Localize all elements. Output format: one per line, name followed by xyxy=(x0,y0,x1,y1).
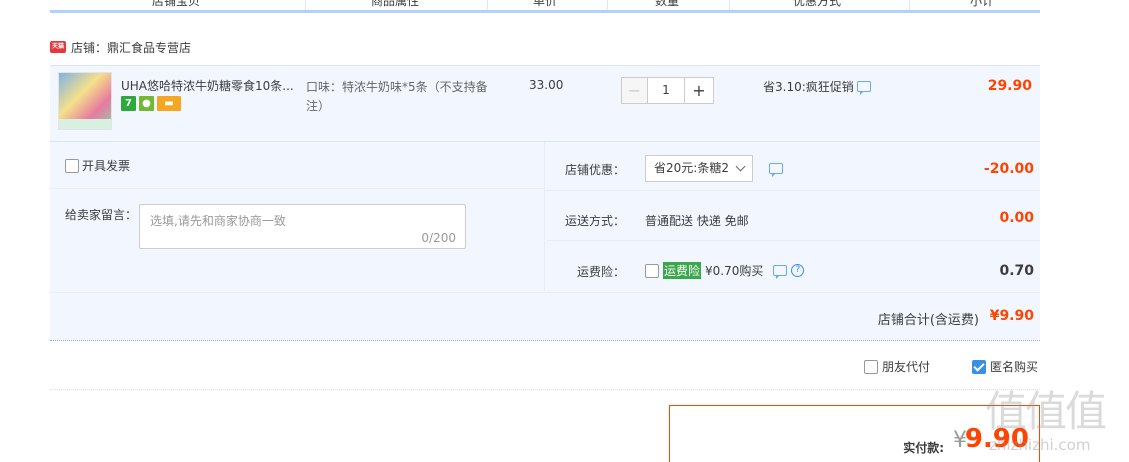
shop-discount-value: 省20元:条糖2 xyxy=(654,161,729,175)
insurance-tag: 运费险 xyxy=(663,262,702,279)
seller-message-textarea[interactable]: 选填,请先和商家协商一致 0/200 xyxy=(139,204,466,249)
options-left-panel: 开具发票 给卖家留言： 选填,请先和商家协商一致 0/200 xyxy=(50,142,545,291)
insurance-amount: 0.70 xyxy=(999,263,1034,279)
payment-options: 朋友代付 匿名购买 xyxy=(50,343,1040,390)
increase-quantity-button[interactable]: + xyxy=(684,77,714,104)
col-unit-price: 单价 xyxy=(533,0,558,8)
friend-pay-option[interactable]: 朋友代付 xyxy=(864,358,930,375)
friend-pay-checkbox[interactable] xyxy=(864,359,878,374)
tmall-icon: 天猫 xyxy=(50,41,66,53)
shop-discount-select[interactable]: 省20元:条糖2 xyxy=(645,155,753,182)
actual-payment-box: 实付款: ¥ 9.90 xyxy=(669,405,1040,462)
shipping-method: 普通配送 快递 免邮 xyxy=(645,214,749,228)
message-label: 给卖家留言： xyxy=(65,208,138,222)
chat-icon[interactable] xyxy=(768,163,783,177)
col-shop-item: 店铺宝贝 xyxy=(152,0,201,8)
invoice-checkbox[interactable] xyxy=(65,158,79,173)
col-attribute: 商品属性 xyxy=(371,0,420,8)
quantity-input[interactable]: 1 xyxy=(648,77,684,104)
divider xyxy=(607,0,608,10)
unit-price: 33.00 xyxy=(529,78,564,92)
thumbnail-band xyxy=(59,119,111,129)
actual-payment-value: 9.90 xyxy=(964,424,1029,454)
shop-discount-amount: -20.00 xyxy=(983,161,1034,177)
shop-row: 天猫 店铺：鼎汇食品专营店 xyxy=(50,38,191,56)
shop-discount-label: 店铺优惠： xyxy=(564,163,625,177)
cart-column-header: 店铺宝贝 商品属性 单价 数量 优惠方式 小计 xyxy=(50,0,1040,13)
message-char-count: 0/200 xyxy=(421,231,456,245)
item-subtotal: 29.90 xyxy=(987,78,1032,94)
service-badges: 7 ● ▬ xyxy=(121,96,181,111)
shop-total-row: 店铺合计(含运费) ¥9.90 xyxy=(50,292,1040,341)
decrease-quantity-button[interactable]: − xyxy=(621,77,648,104)
insurance-checkbox[interactable] xyxy=(645,263,659,278)
seven-day-return-icon: 7 xyxy=(121,96,136,111)
message-placeholder: 选填,请先和商家协商一致 xyxy=(150,214,286,228)
anonymous-checkbox[interactable] xyxy=(972,359,986,374)
anonymous-label: 匿名购买 xyxy=(990,360,1039,374)
product-title[interactable]: UHA悠哈特浓牛奶糖零食10条... xyxy=(121,77,296,94)
cart-item-row: UHA悠哈特浓牛奶糖零食10条... 7 ● ▬ 口味：特浓牛奶味*5条（不支持… xyxy=(50,65,1040,141)
insurance-control: 运费险 ¥0.70购买 ? xyxy=(645,262,805,279)
invoice-option[interactable]: 开具发票 xyxy=(65,157,130,174)
quantity-stepper: − 1 + xyxy=(621,77,714,104)
shop-total-label: 店铺合计(含运费) xyxy=(877,313,979,328)
chevron-down-icon xyxy=(735,161,746,172)
product-thumbnail[interactable] xyxy=(58,72,112,130)
chat-icon[interactable] xyxy=(773,265,788,279)
invoice-label: 开具发票 xyxy=(82,159,131,173)
divider xyxy=(729,0,730,10)
shipping-label: 运送方式： xyxy=(564,214,625,228)
help-icon[interactable]: ? xyxy=(791,264,805,277)
shop-discount-row: 店铺优惠： 省20元:条糖2 -20.00 xyxy=(546,142,1040,191)
order-options: 开具发票 给卖家留言： 选填,请先和商家协商一致 0/200 店铺优惠： 省20… xyxy=(50,141,1040,341)
divider xyxy=(487,0,488,10)
insurance-label: 运费险： xyxy=(576,265,625,279)
shop-total-value: ¥9.90 xyxy=(989,308,1034,324)
col-subtotal: 小计 xyxy=(970,0,995,8)
card-payment-icon: ▬ xyxy=(157,96,181,111)
anonymous-option[interactable]: 匿名购买 xyxy=(972,358,1038,375)
shop-discount-control: 省20元:条糖2 xyxy=(645,155,783,182)
col-quantity: 数量 xyxy=(655,0,680,8)
friend-pay-label: 朋友代付 xyxy=(882,360,931,374)
insurance-price: ¥0.70购买 xyxy=(705,264,764,278)
shipping-amount: 0.00 xyxy=(999,210,1034,226)
chat-icon[interactable] xyxy=(856,81,871,95)
shop-name[interactable]: 店铺：鼎汇食品专营店 xyxy=(71,39,191,56)
product-attribute: 口味：特浓牛奶味*5条（不支持备注） xyxy=(306,80,488,113)
promotion: 省3.10:疯狂促销 xyxy=(763,78,871,95)
insurance-row: 运费险： 运费险 ¥0.70购买 ? 0.70 xyxy=(546,242,1040,291)
shipping-row: 运送方式： 普通配送 快递 免邮 0.00 xyxy=(546,192,1040,241)
promotion-text: 省3.10:疯狂促销 xyxy=(763,80,854,94)
divider xyxy=(909,0,910,10)
actual-payment-label: 实付款: xyxy=(903,441,944,455)
invoice-row: 开具发票 xyxy=(50,142,545,189)
guarantee-icon: ● xyxy=(139,96,154,111)
divider xyxy=(305,0,306,10)
col-promotion: 优惠方式 xyxy=(793,0,842,8)
